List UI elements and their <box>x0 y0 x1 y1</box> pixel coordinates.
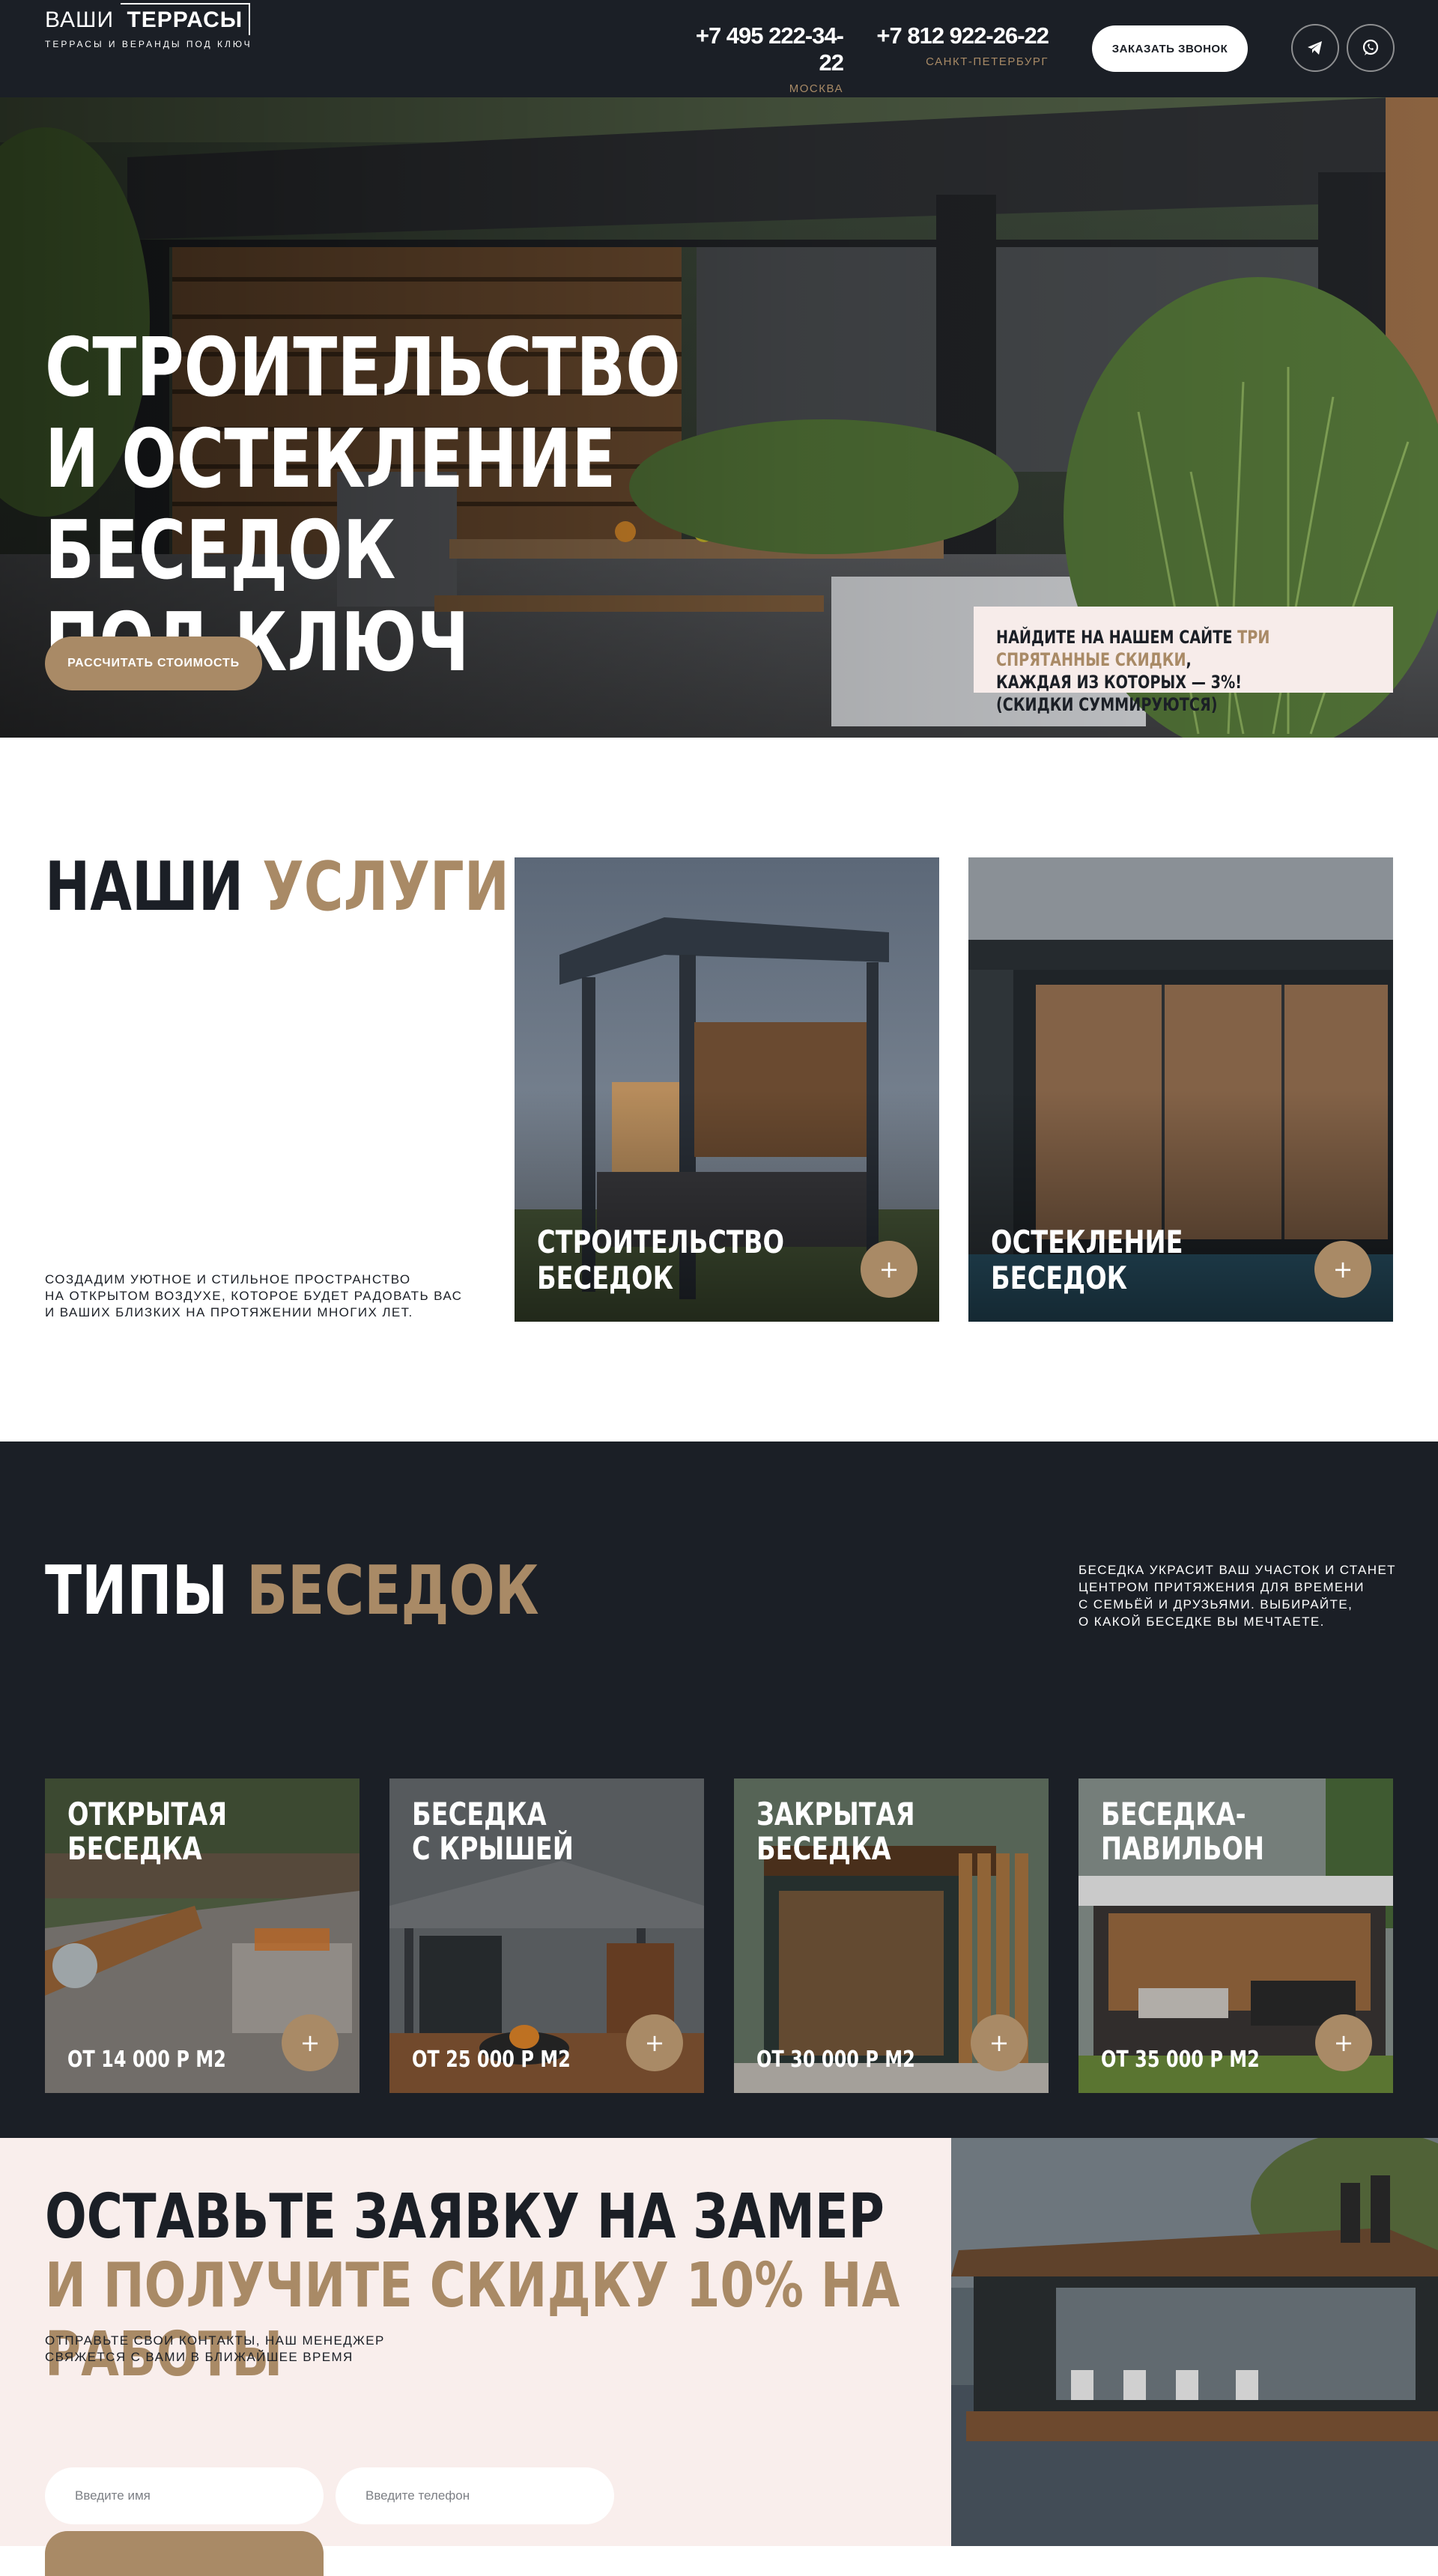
description-line: ОТПРАВЬТЕ СВОИ КОНТАКТЫ, НАШ МЕНЕДЖЕР <box>45 2333 385 2348</box>
type-card-title: БЕСЕДКА С КРЫШЕЙ <box>412 1797 704 1866</box>
type-card-open[interactable]: ОТКРЫТАЯ БЕСЕДКА ОТ 14 000 Р М2 + <box>45 1778 360 2093</box>
pavilion-lake-photo <box>951 2138 1438 2546</box>
type-card-pavilion[interactable]: БЕСЕДКА- ПАВИЛЬОН ОТ 35 000 Р М2 + <box>1078 1778 1393 2093</box>
type-title-text: ЗАКРЫТАЯ БЕСЕДКА <box>756 1797 915 1866</box>
type-title-line: БЕСЕДКА- <box>1101 1796 1246 1832</box>
types-title-accent: БЕСЕДОК <box>246 1552 539 1630</box>
promo-suffix: , <box>1186 649 1192 670</box>
description-line: БЕСЕДКА УКРАСИТ ВАШ УЧАСТОК И СТАНЕТ <box>1078 1563 1396 1577</box>
description-line: С СЕМЬЁЙ И ДРУЗЬЯМИ. ВЫБИРАЙТЕ, <box>1078 1597 1353 1611</box>
site-header: ВАШИ ТЕРРАСЫ ТЕРРАСЫ И ВЕРАНДЫ ПОД КЛЮЧ … <box>0 0 1438 97</box>
price-text: ОТ 35 000 Р М2 <box>1101 2047 1260 2073</box>
service-card-glazing[interactable]: ОСТЕКЛЕНИЕ БЕСЕДОК + <box>968 857 1393 1322</box>
service-title-line: ОСТЕКЛЕНИЕ <box>991 1224 1183 1260</box>
type-card-title: БЕСЕДКА- ПАВИЛЬОН <box>1101 1797 1393 1866</box>
type-title-line: ПАВИЛЬОН <box>1101 1830 1265 1867</box>
type-open-button[interactable]: + <box>1315 2014 1372 2071</box>
logo-tagline: ТЕРРАСЫ И ВЕРАНДЫ ПОД КЛЮЧ <box>45 39 252 49</box>
phone-number[interactable]: +7 812 922-26-22 <box>869 22 1049 49</box>
logo[interactable]: ВАШИ ТЕРРАСЫ ТЕРРАСЫ И ВЕРАНДЫ ПОД КЛЮЧ <box>45 3 252 49</box>
price-text: ОТ 14 000 Р М2 <box>67 2047 226 2073</box>
type-title-line: ЗАКРЫТАЯ <box>756 1796 915 1832</box>
request-section: ОСТАВЬТЕ ЗАЯВКУ НА ЗАМЕР И ПОЛУЧИТЕ СКИД… <box>0 2138 951 2576</box>
type-title-text: ОТКРЫТАЯ БЕСЕДКА <box>67 1797 227 1866</box>
types-description: БЕСЕДКА УКРАСИТ ВАШ УЧАСТОК И СТАНЕТ ЦЕН… <box>1078 1561 1408 1630</box>
request-photo <box>951 2138 1438 2546</box>
discount-promo: НАЙДИТЕ НА НАШЕМ САЙТЕ ТРИ СПРЯТАННЫЕ СК… <box>974 607 1393 715</box>
types-heading: ТИПЫ БЕСЕДОК <box>45 1554 539 1629</box>
whatsapp-icon <box>1362 39 1379 55</box>
service-open-button[interactable]: + <box>861 1241 917 1298</box>
services-description: СОЗДАДИМ УЮТНОЕ И СТИЛЬНОЕ ПРОСТРАНСТВО … <box>45 1272 464 1321</box>
service-title-text: ОСТЕКЛЕНИЕ БЕСЕДОК <box>991 1224 1183 1296</box>
description-line: НА ОТКРЫТОМ ВОЗДУХЕ, КОТОРОЕ БУДЕТ РАДОВ… <box>45 1289 463 1303</box>
types-title-light: ТИПЫ <box>45 1552 247 1630</box>
phone-city: САНКТ-ПЕТЕРБУРГ <box>926 55 1049 68</box>
type-title-line: БЕСЕДКА <box>67 1830 202 1867</box>
services-heading: НАШИ УСЛУГИ <box>45 850 509 925</box>
type-title-line: БЕСЕДКА <box>756 1830 891 1867</box>
logo-light: ВАШИ <box>45 7 115 32</box>
types-title: ТИПЫ БЕСЕДОК <box>45 1554 662 1629</box>
service-title-line: БЕСЕДОК <box>537 1260 674 1296</box>
calculate-cost-button[interactable]: РАССЧИТАТЬ СТОИМОСТЬ <box>45 637 262 690</box>
promo-line2: КАЖДАЯ ИЗ КОТОРЫХ — 3%! (СКИДКИ СУММИРУЮ… <box>996 672 1243 715</box>
description-line: О КАКОЙ БЕСЕДКЕ ВЫ МЕЧТАЕТЕ. <box>1078 1614 1325 1629</box>
service-title-line: БЕСЕДОК <box>991 1260 1128 1296</box>
phone-city: МОСКВА <box>789 82 843 95</box>
type-title-line: ОТКРЫТАЯ <box>67 1796 228 1832</box>
hero-title-line: СТРОИТЕЛЬСТВО <box>45 321 681 415</box>
submit-button[interactable] <box>45 2531 324 2576</box>
price-text: ОТ 30 000 Р М2 <box>756 2047 915 2073</box>
phone-spb[interactable]: +7 812 922-26-22 САНКТ-ПЕТЕРБУРГ <box>869 22 1049 68</box>
type-open-button[interactable]: + <box>626 2014 683 2071</box>
service-title-line: СТРОИТЕЛЬСТВО <box>537 1224 785 1260</box>
services-title-accent: УСЛУГИ <box>262 848 510 926</box>
hero-section: СТРОИТЕЛЬСТВО И ОСТЕКЛЕНИЕ БЕСЕДОК ПОД К… <box>0 97 1438 738</box>
logo-text: ВАШИ ТЕРРАСЫ <box>45 3 252 35</box>
order-call-button[interactable]: ЗАКАЗАТЬ ЗВОНОК <box>1092 25 1248 72</box>
type-card-title: ЗАКРЫТАЯ БЕСЕДКА <box>756 1797 1049 1866</box>
service-card-building[interactable]: СТРОИТЕЛЬСТВО БЕСЕДОК + <box>515 857 939 1322</box>
service-title-text: СТРОИТЕЛЬСТВО БЕСЕДОК <box>537 1224 784 1296</box>
type-open-button[interactable]: + <box>971 2014 1028 2071</box>
type-title-text: БЕСЕДКА С КРЫШЕЙ <box>412 1797 574 1866</box>
type-card-closed[interactable]: ЗАКРЫТАЯ БЕСЕДКА ОТ 30 000 Р М2 + <box>734 1778 1049 2093</box>
description-line: СВЯЖЕТСЯ С ВАМИ В БЛИЖАЙШЕЕ ВРЕМЯ <box>45 2350 354 2364</box>
type-title-text: БЕСЕДКА- ПАВИЛЬОН <box>1101 1797 1264 1866</box>
type-title-line: С КРЫШЕЙ <box>412 1830 574 1867</box>
hero-title-line: И ОСТЕКЛЕНИЕ БЕСЕДОК <box>45 413 616 598</box>
promo-text: НАЙДИТЕ НА НАШЕМ САЙТЕ ТРИ СПРЯТАННЫЕ СК… <box>996 626 1296 716</box>
type-open-button[interactable]: + <box>282 2014 339 2071</box>
name-input[interactable] <box>45 2467 324 2524</box>
whatsapp-button[interactable] <box>1347 24 1395 72</box>
request-title-accent: И ПОЛУЧИТЕ СКИДКУ 10% НА РАБОТЫ <box>45 2250 900 2390</box>
description-line: ЦЕНТРОМ ПРИТЯЖЕНИЯ ДЛЯ ВРЕМЕНИ <box>1078 1580 1365 1594</box>
telegram-button[interactable] <box>1291 24 1339 72</box>
request-title-line: ОСТАВЬТЕ ЗАЯВКУ НА ЗАМЕР <box>45 2181 885 2253</box>
type-title-line: БЕСЕДКА <box>412 1796 547 1832</box>
type-card-roof[interactable]: БЕСЕДКА С КРЫШЕЙ ОТ 25 000 Р М2 + <box>389 1778 704 2093</box>
gazebo-types-section: ТИПЫ БЕСЕДОК БЕСЕДКА УКРАСИТ ВАШ УЧАСТОК… <box>0 1442 1438 2138</box>
promo-prefix: НАЙДИТЕ НА НАШЕМ САЙТЕ <box>996 627 1238 648</box>
description-line: СОЗДАДИМ УЮТНОЕ И СТИЛЬНОЕ ПРОСТРАНСТВО <box>45 1272 411 1287</box>
type-card-title: ОТКРЫТАЯ БЕСЕДКА <box>67 1797 360 1866</box>
services-title-dark: НАШИ <box>45 848 263 926</box>
price-text: ОТ 25 000 Р М2 <box>412 2047 571 2073</box>
logo-bold: ТЕРРАСЫ <box>121 3 251 35</box>
telegram-icon <box>1308 41 1322 55</box>
phone-number[interactable]: +7 495 222-34-22 <box>674 22 844 76</box>
description-line: И ВАШИХ БЛИЗКИХ НА ПРОТЯЖЕНИИ МНОГИХ ЛЕТ… <box>45 1305 413 1319</box>
service-open-button[interactable]: + <box>1314 1241 1371 1298</box>
request-description: ОТПРАВЬТЕ СВОИ КОНТАКТЫ, НАШ МЕНЕДЖЕР СВ… <box>45 2333 464 2366</box>
phone-moscow[interactable]: +7 495 222-34-22 МОСКВА <box>674 22 844 95</box>
phone-input[interactable] <box>336 2467 614 2524</box>
